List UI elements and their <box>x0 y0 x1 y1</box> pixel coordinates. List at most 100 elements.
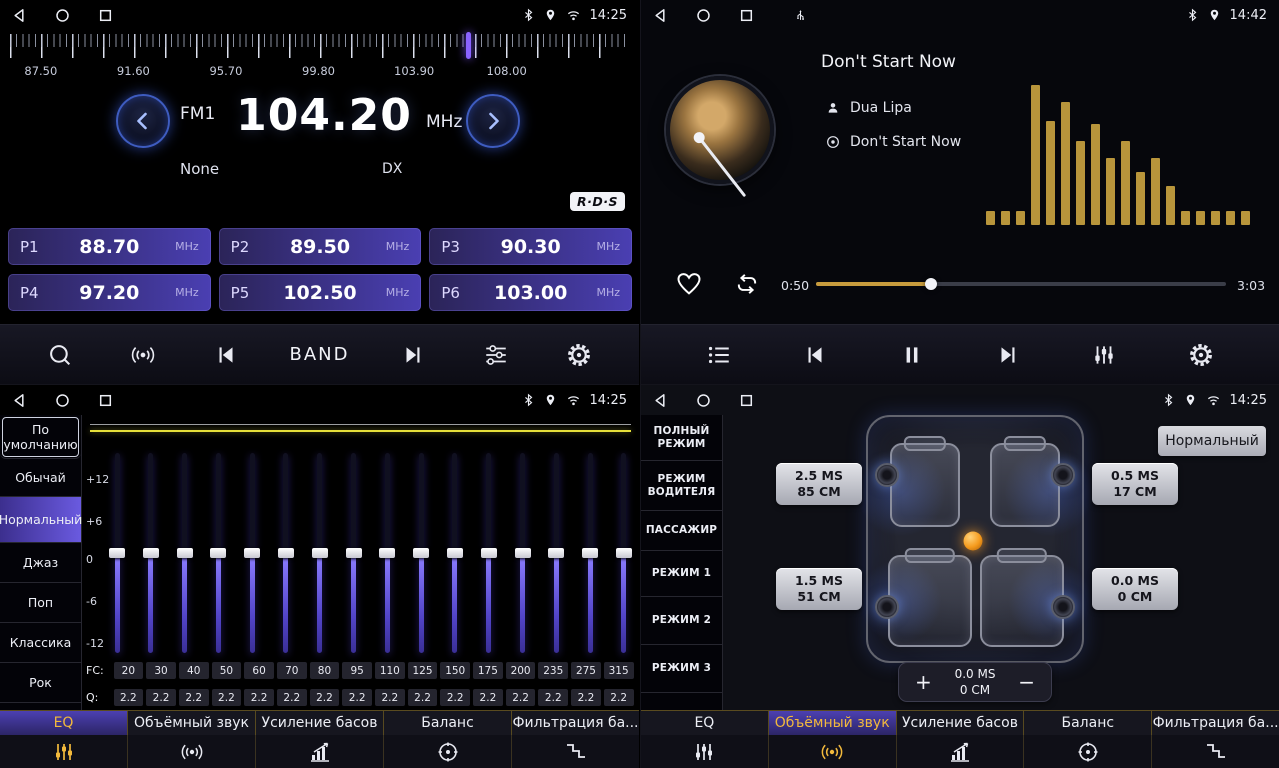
eq-preset-classic[interactable]: Классика <box>0 623 81 663</box>
delay-rear-right-button[interactable]: 0.0 MS 0 CM <box>1092 568 1178 610</box>
nav-back-icon[interactable] <box>653 393 668 408</box>
tune-up-button[interactable] <box>466 94 520 148</box>
seek-bar[interactable] <box>816 282 1226 286</box>
tab-bass-boost[interactable]: Усиление басов <box>256 711 384 735</box>
eq-band-slider[interactable] <box>412 453 430 653</box>
filter-icon[interactable] <box>512 735 639 768</box>
previous-station-icon[interactable] <box>206 342 246 368</box>
nav-recents-icon[interactable] <box>98 393 113 408</box>
eq-preset-normal[interactable]: Нормальный <box>0 497 81 543</box>
progress-knob[interactable] <box>925 278 937 290</box>
nav-home-icon[interactable] <box>55 8 70 23</box>
eq-band-slider[interactable] <box>581 453 599 653</box>
nav-home-icon[interactable] <box>55 393 70 408</box>
scan-search-icon[interactable] <box>40 342 80 368</box>
listening-position-ball[interactable] <box>963 532 982 551</box>
mode-full[interactable]: ПОЛНЫЙ РЕЖИМ <box>641 415 722 461</box>
album-art <box>666 76 774 184</box>
next-track-icon[interactable] <box>988 342 1028 368</box>
preset-button-p3[interactable]: P390.30MHz <box>429 228 632 265</box>
chevron-right-icon <box>479 107 507 135</box>
eq-band-slider[interactable] <box>176 453 194 653</box>
mode-2[interactable]: РЕЖИМ 2 <box>641 597 722 645</box>
bass-boost-icon[interactable] <box>256 735 384 768</box>
tab-filter[interactable]: Фильтрация ба... <box>512 711 639 735</box>
mode-3[interactable]: РЕЖИМ 3 <box>641 645 722 693</box>
eq-band-slider[interactable] <box>345 453 363 653</box>
nav-home-icon[interactable] <box>696 393 711 408</box>
decrease-delay-button[interactable]: − <box>1018 672 1035 692</box>
settings-gear-icon[interactable] <box>1181 342 1221 368</box>
nav-recents-icon[interactable] <box>98 8 113 23</box>
preset-button-p1[interactable]: P188.70MHz <box>8 228 211 265</box>
eq-sliders-icon[interactable] <box>641 735 769 768</box>
eq-band-slider[interactable] <box>209 453 227 653</box>
tab-surround[interactable]: Объёмный звук <box>128 711 256 735</box>
tab-eq[interactable]: EQ <box>0 711 128 735</box>
nav-home-icon[interactable] <box>696 8 711 23</box>
tuner-settings-icon[interactable] <box>476 342 516 368</box>
frequency-scale[interactable] <box>10 34 627 58</box>
eq-band-slider[interactable] <box>514 453 532 653</box>
nav-back-icon[interactable] <box>12 393 27 408</box>
previous-track-icon[interactable] <box>795 342 835 368</box>
balance-icon[interactable] <box>384 735 512 768</box>
fc-value: 315 <box>604 662 634 679</box>
rds-badge: R·D·S <box>570 192 625 211</box>
increase-delay-button[interactable]: + <box>915 672 932 692</box>
eq-band-slider[interactable] <box>277 453 295 653</box>
tab-surround[interactable]: Объёмный звук <box>769 711 897 735</box>
settings-gear-icon[interactable] <box>559 342 599 368</box>
balance-icon[interactable] <box>1024 735 1152 768</box>
response-curve-highlight <box>90 424 631 425</box>
eq-band-slider[interactable] <box>446 453 464 653</box>
tab-eq[interactable]: EQ <box>641 711 769 735</box>
eq-preset-custom[interactable]: Обычай <box>0 459 81 497</box>
mode-1[interactable]: РЕЖИМ 1 <box>641 551 722 597</box>
tab-bass-boost[interactable]: Усиление басов <box>897 711 1025 735</box>
tab-balance[interactable]: Баланс <box>384 711 512 735</box>
band-button[interactable]: BAND <box>289 344 349 365</box>
tune-down-button[interactable] <box>116 94 170 148</box>
eq-preset-jazz[interactable]: Джаз <box>0 543 81 583</box>
playlist-icon[interactable] <box>699 342 739 368</box>
next-station-icon[interactable] <box>393 342 433 368</box>
tab-balance[interactable]: Баланс <box>1024 711 1152 735</box>
eq-band-slider[interactable] <box>615 453 633 653</box>
eq-sliders-icon[interactable] <box>0 735 128 768</box>
equalizer-icon[interactable] <box>1084 342 1124 368</box>
nav-recents-icon[interactable] <box>739 393 754 408</box>
delay-front-left-button[interactable]: 2.5 MS 85 CM <box>776 463 862 505</box>
eq-band-slider[interactable] <box>378 453 396 653</box>
surround-sound-icon[interactable] <box>128 735 256 768</box>
preset-button-p6[interactable]: P6103.00MHz <box>429 274 632 311</box>
surround-sound-icon[interactable] <box>769 735 897 768</box>
mode-passenger[interactable]: ПАССАЖИР <box>641 511 722 551</box>
eq-band-slider[interactable] <box>547 453 565 653</box>
mode-driver[interactable]: РЕЖИМ ВОДИТЕЛЯ <box>641 461 722 511</box>
preset-button-p4[interactable]: P497.20MHz <box>8 274 211 311</box>
repeat-icon[interactable] <box>733 271 761 297</box>
nav-back-icon[interactable] <box>12 8 27 23</box>
eq-band-slider[interactable] <box>108 453 126 653</box>
eq-band-slider[interactable] <box>480 453 498 653</box>
preset-button-p2[interactable]: P289.50MHz <box>219 228 422 265</box>
eq-preset-pop[interactable]: Поп <box>0 583 81 623</box>
surround-preset-button[interactable]: Нормальный <box>1158 426 1266 456</box>
eq-band-slider[interactable] <box>243 453 261 653</box>
delay-rear-left-button[interactable]: 1.5 MS 51 CM <box>776 568 862 610</box>
preset-button-p5[interactable]: P5102.50MHz <box>219 274 422 311</box>
nav-back-icon[interactable] <box>653 8 668 23</box>
tab-filter[interactable]: Фильтрация ба... <box>1152 711 1279 735</box>
favorite-heart-icon[interactable] <box>675 270 703 298</box>
delay-front-right-button[interactable]: 0.5 MS 17 CM <box>1092 463 1178 505</box>
eq-band-slider[interactable] <box>311 453 329 653</box>
bass-boost-icon[interactable] <box>897 735 1025 768</box>
broadcast-icon[interactable] <box>123 342 163 368</box>
eq-band-slider[interactable] <box>142 453 160 653</box>
nav-recents-icon[interactable] <box>739 8 754 23</box>
eq-preset-rock[interactable]: Рок <box>0 663 81 703</box>
pause-icon[interactable] <box>892 342 932 368</box>
eq-preset-default[interactable]: По умолчанию <box>0 415 81 459</box>
filter-icon[interactable] <box>1152 735 1279 768</box>
